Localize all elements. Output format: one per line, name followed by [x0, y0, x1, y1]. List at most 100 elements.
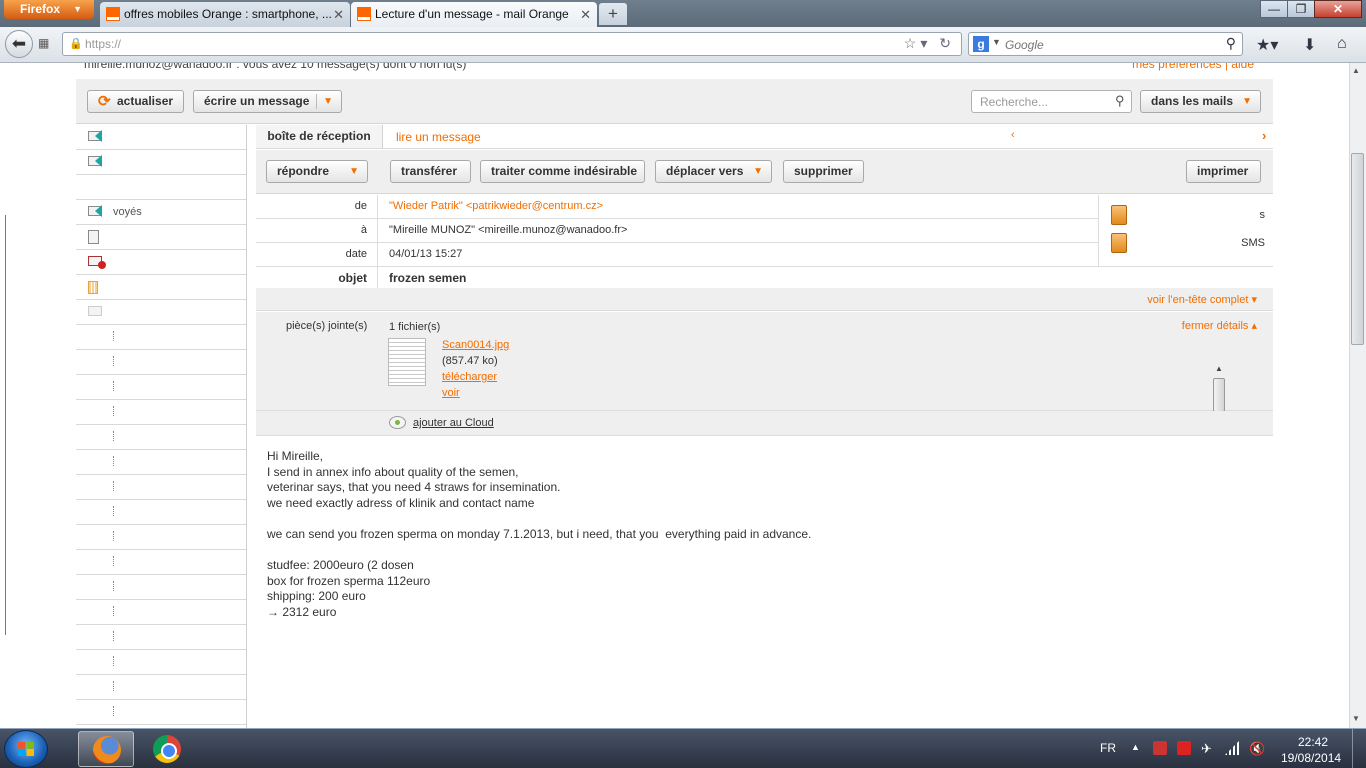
- chevron-down-icon[interactable]: ▼: [992, 37, 1001, 47]
- attachment-scroll-thumb[interactable]: [1213, 378, 1225, 412]
- chevron-down-icon[interactable]: ▼: [323, 91, 333, 112]
- mark-spam-button[interactable]: traiter comme indésirable: [480, 160, 645, 183]
- compose-label: écrire un message: [204, 94, 310, 108]
- tab-close-icon[interactable]: ✕: [580, 2, 591, 27]
- clock-time[interactable]: 22:42: [1298, 735, 1328, 749]
- sidebar-subfolder[interactable]: [76, 350, 246, 375]
- security-tray-icon[interactable]: [1153, 741, 1167, 755]
- attachment-thumbnail[interactable]: [388, 338, 426, 386]
- show-hidden-icons-icon[interactable]: ▲: [1131, 742, 1140, 752]
- google-engine-icon[interactable]: g: [973, 36, 989, 52]
- sidebar-subfolder[interactable]: [76, 400, 246, 425]
- send-sms-action[interactable]: SMS: [1111, 233, 1271, 255]
- start-button[interactable]: [4, 730, 48, 768]
- tab-close-icon[interactable]: ✕: [333, 2, 344, 27]
- body-line: studfee: 2000euro (2 dosen: [267, 558, 414, 573]
- sidebar-subfolder[interactable]: [76, 425, 246, 450]
- back-button[interactable]: ⬅: [5, 30, 33, 58]
- body-line: → 2312 euro: [267, 604, 337, 619]
- sidebar-subfolder[interactable]: [76, 600, 246, 625]
- attachment-list: Scan0014.jpg (857.47 ko) télécharger voi…: [386, 336, 1225, 431]
- reply-button[interactable]: répondre ▼: [266, 160, 368, 183]
- breadcrumb: boîte de réception lire un message ‹ ›: [256, 125, 1273, 149]
- view-link[interactable]: voir: [442, 387, 460, 399]
- sidebar-item-folders[interactable]: [76, 300, 246, 325]
- sidebar-item-unread[interactable]: [76, 150, 246, 175]
- print-button[interactable]: imprimer: [1186, 160, 1261, 183]
- full-header-link[interactable]: voir l'en-tête complet ▾: [1147, 293, 1257, 306]
- add-to-cloud-link[interactable]: ajouter au Cloud: [413, 417, 494, 429]
- close-details-link[interactable]: fermer détails ▴: [1182, 319, 1257, 332]
- close-window-button[interactable]: ✕: [1314, 0, 1362, 18]
- search-icon[interactable]: ⚲: [1115, 93, 1125, 109]
- taskbar-firefox[interactable]: [78, 731, 134, 767]
- refresh-button[interactable]: ⟳ actualiser: [87, 90, 184, 113]
- body-line: we need exactly adress of klinik and con…: [267, 495, 535, 510]
- sidebar-subfolder[interactable]: [76, 325, 246, 350]
- web-search-bar[interactable]: g ▼ Google ⚲: [968, 32, 1243, 56]
- sidebar-subfolder[interactable]: [76, 500, 246, 525]
- bookmark-star-icon[interactable]: ☆▾ ↻: [904, 35, 955, 52]
- url-bar[interactable]: 🔒 https:// ☆▾ ↻: [62, 32, 962, 56]
- sidebar-subfolder[interactable]: [76, 450, 246, 475]
- header-to-label: à: [256, 219, 378, 242]
- language-indicator[interactable]: FR: [1100, 741, 1116, 755]
- bookmarks-icon[interactable]: ★▾: [1256, 35, 1278, 55]
- previous-message-icon[interactable]: ‹: [1011, 129, 1015, 141]
- sidebar-item-trash[interactable]: [76, 275, 246, 300]
- maximize-window-button[interactable]: ❐: [1287, 0, 1315, 18]
- sidebar-subfolder[interactable]: [76, 675, 246, 700]
- scroll-down-icon[interactable]: ▼: [1352, 714, 1360, 723]
- sidebar-subfolder[interactable]: [76, 700, 246, 725]
- search-icon[interactable]: ⚲: [1226, 35, 1236, 52]
- header-from-row: de "Wieder Patrik" <patrikwieder@centrum…: [256, 195, 1098, 219]
- preferences-link[interactable]: mes préférences | aide: [1132, 63, 1254, 71]
- mail-search-input[interactable]: [971, 90, 1132, 113]
- breadcrumb-current: lire un message: [396, 130, 481, 144]
- volume-muted-icon[interactable]: 🔇: [1249, 741, 1265, 756]
- add-contact-action[interactable]: s: [1111, 205, 1271, 227]
- sidebar-subfolder[interactable]: [76, 375, 246, 400]
- trash-icon: [88, 281, 98, 294]
- download-link[interactable]: télécharger: [442, 371, 497, 383]
- forward-button[interactable]: transférer: [390, 160, 471, 183]
- scroll-up-icon[interactable]: ▲: [1352, 66, 1360, 75]
- compose-button[interactable]: écrire un message ▼: [193, 90, 342, 113]
- attachment-name-link[interactable]: Scan0014.jpg: [442, 339, 509, 351]
- sidebar-item-inbox[interactable]: [76, 125, 246, 150]
- network-signal-icon[interactable]: [1225, 741, 1239, 755]
- sidebar-subfolder[interactable]: [76, 625, 246, 650]
- scroll-up-icon[interactable]: ▲: [1215, 364, 1223, 373]
- tab-read-message[interactable]: Lecture d'un message - mail Orange ✕: [351, 2, 597, 27]
- pin-tray-icon[interactable]: ✈: [1201, 741, 1215, 756]
- minimize-window-button[interactable]: —: [1260, 0, 1288, 18]
- sidebar-subfolder[interactable]: [76, 575, 246, 600]
- acrobat-tray-icon[interactable]: [1177, 741, 1191, 755]
- delete-button[interactable]: supprimer: [783, 160, 864, 183]
- sidebar-subfolder[interactable]: [76, 525, 246, 550]
- clock-date[interactable]: 19/08/2014: [1281, 751, 1341, 765]
- orange-favicon-icon: [106, 7, 120, 21]
- tab-orange-offers[interactable]: offres mobiles Orange : smartphone, ... …: [100, 2, 350, 27]
- sidebar-subfolder[interactable]: [76, 650, 246, 675]
- site-identity-icon[interactable]: ▦: [38, 36, 49, 50]
- new-tab-button[interactable]: +: [599, 3, 627, 25]
- sidebar-item-spam[interactable]: [76, 250, 246, 275]
- taskbar-chrome[interactable]: [139, 731, 195, 767]
- breadcrumb-inbox[interactable]: boîte de réception: [256, 125, 383, 148]
- home-download-icon[interactable]: ⬇: [1303, 35, 1316, 55]
- search-scope-dropdown[interactable]: dans les mails ▼: [1140, 90, 1261, 113]
- next-message-icon[interactable]: ›: [1262, 128, 1266, 143]
- page-scrollbar-thumb[interactable]: [1351, 153, 1364, 345]
- header-side-actions: s SMS: [1098, 195, 1273, 267]
- sidebar-item-drafts[interactable]: [76, 225, 246, 250]
- show-desktop-button[interactable]: [1352, 729, 1366, 768]
- sidebar-subfolder[interactable]: [76, 550, 246, 575]
- move-to-button[interactable]: déplacer vers ▼: [655, 160, 772, 183]
- header-from-value[interactable]: "Wieder Patrik" <patrikwieder@centrum.cz…: [389, 195, 603, 218]
- sidebar-subfolder[interactable]: [76, 475, 246, 500]
- sidebar-item-sent[interactable]: voyés: [76, 200, 246, 225]
- home-icon[interactable]: ⌂: [1337, 35, 1347, 53]
- firefox-menu-button[interactable]: Firefox ▼: [4, 0, 94, 19]
- header-date-value: 04/01/13 15:27: [389, 248, 463, 260]
